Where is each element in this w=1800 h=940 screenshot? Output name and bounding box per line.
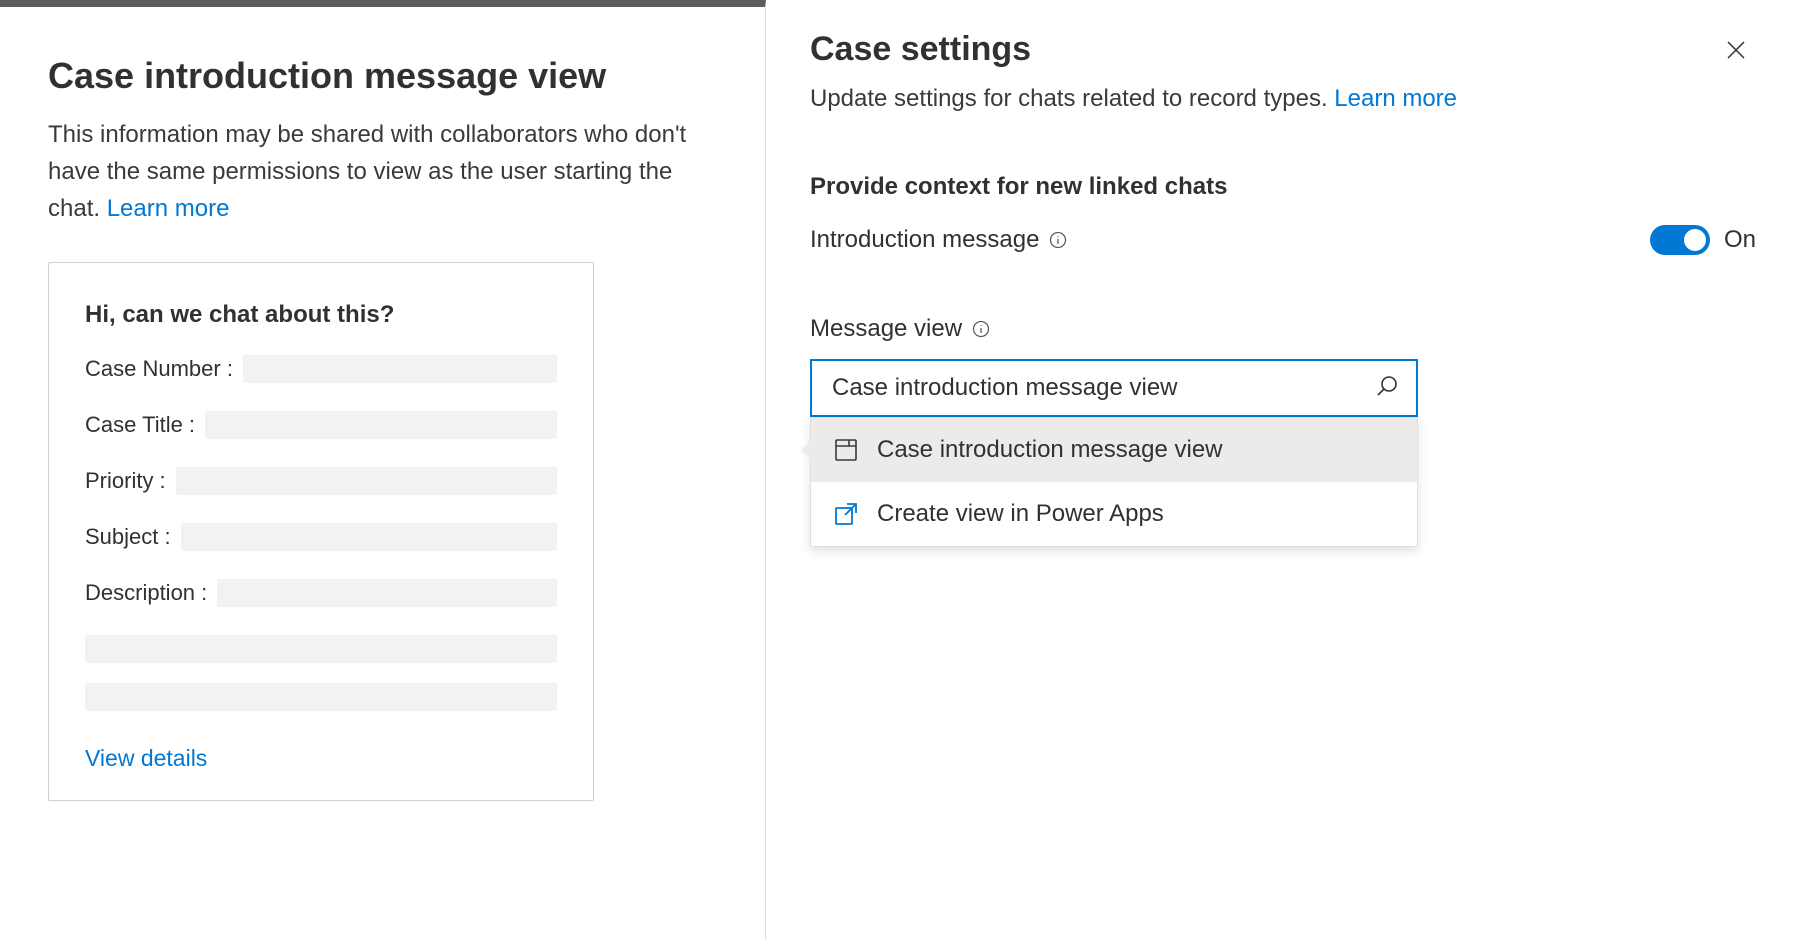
settings-panel: Case settings Update settings for chats … [766, 0, 1800, 940]
field-label: Subject : [85, 524, 171, 550]
info-icon[interactable] [972, 320, 990, 338]
message-view-label: Message view [810, 315, 1756, 343]
message-view-searchbox[interactable] [810, 359, 1418, 417]
intro-label-text: Introduction message [810, 226, 1039, 254]
message-view-dropdown: Case introduction message view Create vi… [810, 417, 1418, 547]
settings-subtitle: Update settings for chats related to rec… [810, 85, 1756, 113]
placeholder-bar [85, 683, 557, 711]
info-icon[interactable] [1049, 231, 1067, 249]
placeholder-bar [181, 523, 557, 551]
dropdown-pointer [801, 440, 811, 460]
learn-more-link[interactable]: Learn more [107, 195, 230, 222]
intro-toggle-wrap: On [1650, 225, 1756, 255]
preview-title: Case introduction message view [48, 53, 717, 98]
intro-message-label: Introduction message [810, 226, 1067, 254]
close-button[interactable] [1716, 30, 1756, 70]
dropdown-option-create-view[interactable]: Create view in Power Apps [811, 482, 1417, 546]
field-label: Case Number : [85, 356, 233, 382]
placeholder-bar [217, 579, 557, 607]
placeholder-bar [243, 355, 557, 383]
field-description-extra [85, 635, 557, 711]
preview-panel: Case introduction message view This info… [0, 0, 766, 940]
field-subject: Subject : [85, 523, 557, 551]
dropdown-option-label: Case introduction message view [877, 436, 1223, 464]
field-priority: Priority : [85, 467, 557, 495]
search-icon [1374, 373, 1400, 404]
chat-intro-title: Hi, can we chat about this? [85, 301, 557, 329]
field-label: Case Title : [85, 412, 195, 438]
field-label: Description : [85, 580, 207, 606]
dropdown-option-case-intro[interactable]: Case introduction message view [811, 418, 1417, 482]
message-view-input[interactable] [832, 374, 1374, 402]
open-external-icon [833, 501, 859, 527]
field-case-title: Case Title : [85, 411, 557, 439]
dropdown-option-label: Create view in Power Apps [877, 500, 1164, 528]
learn-more-link[interactable]: Learn more [1334, 85, 1457, 112]
close-icon [1724, 38, 1748, 62]
field-case-number: Case Number : [85, 355, 557, 383]
msg-view-text: Message view [810, 315, 962, 343]
placeholder-bar [85, 635, 557, 663]
settings-subtitle-text: Update settings for chats related to rec… [810, 85, 1334, 112]
field-label: Priority : [85, 468, 166, 494]
placeholder-bar [176, 467, 557, 495]
toggle-knob [1684, 229, 1706, 251]
toggle-state-label: On [1724, 226, 1756, 254]
intro-message-row: Introduction message On [810, 225, 1756, 255]
intro-message-toggle[interactable] [1650, 225, 1710, 255]
section-header: Provide context for new linked chats [810, 173, 1756, 201]
view-details-link[interactable]: View details [85, 745, 207, 772]
placeholder-bar [205, 411, 557, 439]
field-description: Description : [85, 579, 557, 607]
message-preview-card: Hi, can we chat about this? Case Number … [48, 262, 594, 801]
settings-title: Case settings [810, 30, 1756, 69]
view-icon [833, 437, 859, 463]
preview-description: This information may be shared with coll… [48, 116, 717, 228]
